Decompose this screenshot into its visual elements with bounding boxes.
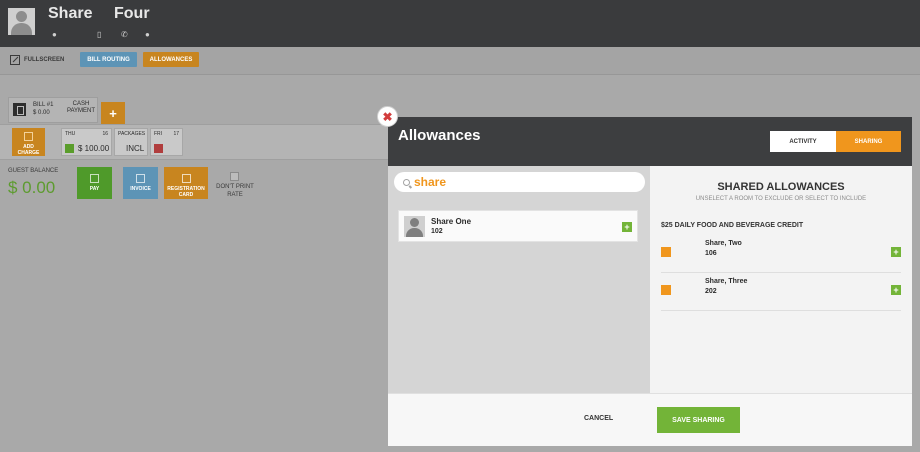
bill-routing-button[interactable]: BILL ROUTING [80,52,137,67]
shared-room-number: 202 [705,288,717,295]
pay-icon [90,174,99,183]
invoice-button[interactable]: INVOICE [123,167,158,199]
result-room: 102 [431,228,443,235]
day-add-icon[interactable] [65,144,74,153]
bill-amount: $ 0.00 [33,110,50,116]
allowances-modal: Allowances ACTIVITY SHARING Share One 10… [388,117,912,446]
pay-button[interactable]: PAY [77,167,112,199]
shared-room-row: Share, Three 202 + [661,273,901,311]
search-result-row[interactable]: Share One 102 + [398,210,638,242]
shared-allowances-title: SHARED ALLOWANCES [717,181,845,193]
tab-sharing[interactable]: SHARING [836,131,901,152]
bill-day-strip [0,124,400,160]
result-name: Share One [431,217,472,226]
modal-title: Allowances [398,127,481,144]
search-input[interactable] [414,173,624,191]
day-card-packages[interactable]: PACKAGES INCL [114,128,148,156]
shared-room-number: 106 [705,250,717,257]
guest-avatar [8,8,35,35]
close-icon[interactable]: ✖ [377,106,398,127]
search-box [394,172,645,192]
shared-room-row: Share, Two 106 + [661,235,901,273]
bill-toolbar: FULLSCREEN BILL ROUTING ALLOWANCES [0,47,920,75]
invoice-icon [136,174,145,183]
modal-tabs: ACTIVITY SHARING [770,131,901,152]
expand-room-icon[interactable]: + [891,285,901,295]
shared-room-checkbox[interactable] [661,247,671,257]
mobile-icon[interactable]: ▯ [97,30,101,40]
tab-activity[interactable]: ACTIVITY [770,131,836,152]
search-pane: Share One 102 + [388,166,650,393]
add-charge-button[interactable]: ADD CHARGE [12,128,45,156]
dont-print-rate-label: DON'T PRINT RATE [216,184,254,198]
shared-allowances-pane: SHARED ALLOWANCES UNSELECT A ROOM TO EXC… [650,166,912,393]
save-sharing-button[interactable]: SAVE SHARING [657,407,740,433]
registration-card-button[interactable]: REGISTRATION CARD [164,167,208,199]
result-avatar [404,216,425,237]
charge-icon [24,132,33,141]
allowances-button[interactable]: ALLOWANCES [143,52,199,67]
search-icon [403,178,410,186]
dont-print-rate-checkbox[interactable] [230,172,239,181]
phone-icon[interactable]: ✆ [121,30,128,40]
payment-method[interactable]: CASH PAYMENT [66,101,96,115]
expand-room-icon[interactable]: + [891,247,901,257]
allowance-credit-name: $25 DAILY FOOD AND BEVERAGE CREDIT [661,222,804,229]
modal-header: Allowances ACTIVITY SHARING [388,117,912,166]
day-remove-icon[interactable] [154,144,163,153]
location-icon[interactable]: ● [52,30,57,40]
fullscreen-icon [10,55,20,65]
day-card-fri[interactable]: FRI 17 [150,128,183,156]
guest-balance-label: GUEST BALANCE [8,168,59,174]
shared-room-checkbox[interactable] [661,285,671,295]
top-bar: Share Four ● ▯ ✆ ● [0,0,920,52]
modal-footer: CANCEL SAVE SHARING [388,393,912,446]
registration-card-icon [181,174,191,183]
guest-last-name: Four [114,5,150,22]
guest-balance-value: $ 0.00 [8,178,56,197]
cancel-button[interactable]: CANCEL [584,415,613,422]
add-bill-button[interactable]: + [101,102,125,124]
day-card-thu[interactable]: THU 16 $ 100.00 [61,128,112,156]
fullscreen-button[interactable]: FULLSCREEN [10,55,64,65]
shared-room-name: Share, Three [705,278,748,285]
bill-icon [13,103,26,116]
shared-room-name: Share, Two [705,240,742,247]
guest-first-name: Share [48,5,93,22]
shared-allowances-subtitle: UNSELECT A ROOM TO EXCLUDE OR SELECT TO … [695,196,867,202]
bill-name: BILL #1 [33,102,54,108]
message-icon[interactable]: ● [145,30,150,40]
add-room-icon[interactable]: + [622,222,632,232]
